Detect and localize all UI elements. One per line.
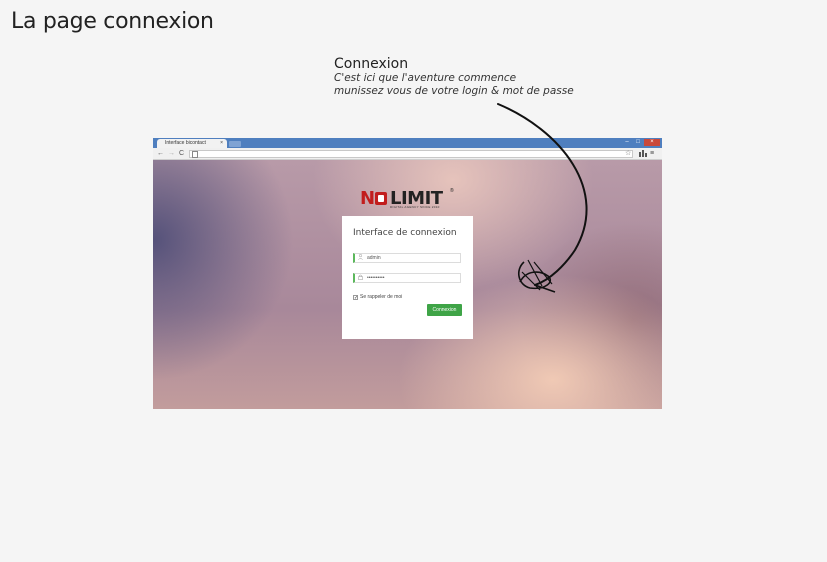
remember-label: Se rappeler de moi — [360, 294, 403, 300]
address-bar[interactable] — [189, 149, 633, 158]
page-viewport: N LIMIT ® DIGITAL AGENCY SINCE 2010 Inte… — [153, 160, 662, 409]
tab-title: Interface bicontact — [165, 140, 206, 146]
browser-window: Interface bicontact × – □ × ← → C ☆ ≡ N … — [153, 138, 662, 409]
window-close-icon[interactable]: × — [644, 139, 660, 146]
page-title: La page connexion — [11, 9, 214, 34]
maximize-icon[interactable]: □ — [633, 139, 643, 146]
star-icon[interactable]: ☆ — [625, 149, 631, 158]
forward-icon[interactable]: → — [168, 149, 175, 159]
logo-letter: N — [360, 188, 375, 209]
extension-icon[interactable] — [639, 150, 647, 160]
login-card: Interface de connexion admin •••••••••• … — [342, 216, 473, 339]
new-tab-button[interactable] — [229, 141, 241, 147]
username-value: admin — [367, 255, 381, 261]
minimize-icon[interactable]: – — [622, 139, 632, 146]
browser-tab[interactable]: Interface bicontact × — [157, 139, 227, 148]
password-value: •••••••••• — [367, 275, 385, 281]
logo-registered: ® — [450, 188, 454, 194]
login-button[interactable]: Connexion — [427, 304, 462, 316]
remember-checkbox[interactable]: ✓ — [353, 294, 358, 300]
tab-close-icon[interactable]: × — [220, 139, 223, 148]
logo-tagline: DIGITAL AGENCY SINCE 2010 — [390, 205, 440, 209]
back-icon[interactable]: ← — [157, 149, 164, 159]
username-field[interactable]: admin — [353, 253, 461, 263]
annotation-line-1: C'est ici que l'aventure commence — [334, 72, 517, 84]
logo-mark-icon — [375, 192, 387, 205]
reload-icon[interactable]: C — [179, 149, 184, 159]
tab-bar: Interface bicontact × – □ × — [153, 138, 662, 148]
browser-toolbar: ← → C ☆ ≡ — [153, 148, 662, 160]
annotation-title: Connexion — [334, 56, 409, 72]
page-icon — [192, 150, 198, 158]
brand-logo: N LIMIT ® DIGITAL AGENCY SINCE 2010 — [360, 188, 460, 210]
annotation: Connexion C'est ici que l'aventure comme… — [334, 56, 574, 98]
lock-icon — [358, 274, 363, 283]
user-icon — [358, 254, 363, 263]
menu-icon[interactable]: ≡ — [650, 149, 654, 158]
annotation-line-2: munissez vous de votre login & mot de pa… — [334, 85, 574, 97]
password-field[interactable]: •••••••••• — [353, 273, 461, 283]
login-title: Interface de connexion — [353, 228, 457, 238]
